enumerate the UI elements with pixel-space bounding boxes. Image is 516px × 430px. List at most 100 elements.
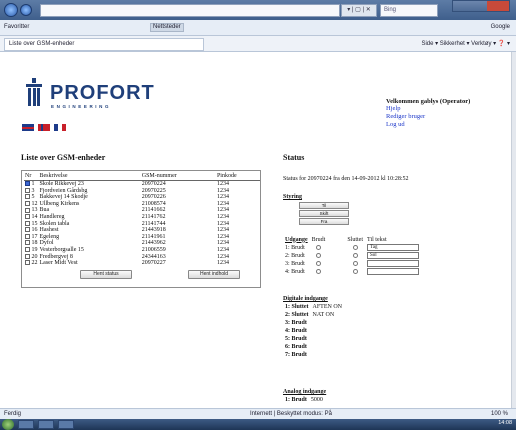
language-flags	[22, 124, 68, 132]
table-row[interactable]: 17 Egeleng 21141961 1234	[24, 234, 260, 241]
row-select[interactable]: 20	[24, 254, 39, 261]
row-desc: Fjordveien Gårdsbg	[39, 187, 88, 194]
row-checkbox[interactable]	[25, 207, 30, 213]
row-checkbox[interactable]	[25, 187, 30, 193]
table-row[interactable]: 13 Bua 21141662 1234	[24, 207, 260, 214]
digital-input-label: 2: Sluttet	[285, 312, 309, 318]
search-input[interactable]: Bing	[380, 4, 438, 17]
row-gsm: 21443918	[141, 227, 166, 234]
row-nr: 3	[31, 187, 35, 194]
close-icon[interactable]	[487, 1, 509, 11]
row-select[interactable]: 19	[24, 247, 39, 254]
taskbar-app-ie-icon[interactable]	[18, 420, 34, 429]
row-checkbox[interactable]	[25, 214, 30, 220]
row-gsm: 21443962	[141, 240, 166, 247]
output-on-radio[interactable]	[316, 245, 321, 251]
row-checkbox[interactable]	[25, 260, 30, 266]
row-select[interactable]: 12	[24, 201, 39, 208]
table-row[interactable]: 1 Skole Rikkevej 23 20970224 1234	[24, 181, 260, 188]
get-status-button[interactable]: Hent status	[80, 270, 132, 279]
flag-no-icon[interactable]	[37, 124, 50, 131]
output-on-radio[interactable]	[316, 269, 321, 275]
row-gsm: 24344163	[141, 253, 166, 260]
digital-input-label: 6: Brudt	[285, 344, 307, 350]
output-label: 4: Brudt	[285, 269, 305, 275]
table-row[interactable]: 16 Hashest 21443918 1234	[24, 227, 260, 234]
output-text-field[interactable]: Tag	[367, 244, 420, 252]
output-off-radio[interactable]	[352, 269, 358, 275]
row-checkbox[interactable]	[25, 181, 30, 187]
row-select[interactable]: 5	[24, 194, 39, 201]
zoom-level[interactable]: 100 %	[491, 411, 508, 417]
output-text-field[interactable]	[367, 268, 420, 276]
forward-icon[interactable]	[20, 4, 32, 16]
output-text-field[interactable]: Sol	[367, 252, 420, 260]
table-row[interactable]: 3 Fjordveien Gårdsbg 20970225 1234	[24, 188, 260, 195]
row-gsm: 20970226	[141, 194, 166, 201]
row-checkbox[interactable]	[25, 220, 30, 226]
table-row[interactable]: 19 Vesterborgsalle 15 21006559 1234	[24, 247, 260, 254]
table-row[interactable]: 22 Laser Midt Vest 20970227 1234	[24, 260, 260, 267]
logout-link[interactable]: Log ud	[386, 121, 506, 129]
fav-right-item[interactable]: Google	[491, 24, 510, 30]
edit-user-link[interactable]: Rediger bruger	[386, 113, 506, 121]
table-row[interactable]: 14 Handlereg 21141762 1234	[24, 214, 260, 221]
row-pin: 1234	[216, 200, 229, 207]
address-bar[interactable]	[40, 4, 340, 17]
table-row[interactable]: 18 Dyfol 21443962 1234	[24, 240, 260, 247]
vertical-scrollbar[interactable]	[512, 52, 516, 408]
units-title: Liste over GSM-enheder	[21, 153, 106, 162]
analog-input-value: 5000	[310, 397, 323, 403]
digital-input-value	[311, 343, 345, 351]
output-off-radio[interactable]	[352, 245, 358, 251]
row-pin: 1234	[216, 253, 229, 260]
row-select[interactable]: 13	[24, 207, 39, 214]
flag-fr-icon[interactable]	[53, 124, 66, 131]
row-checkbox[interactable]	[25, 247, 30, 253]
row-select[interactable]: 3	[24, 188, 39, 195]
fav-toolbar-item[interactable]: Nettsteder	[150, 23, 184, 32]
row-checkbox[interactable]	[25, 194, 30, 200]
row-select[interactable]: 17	[24, 234, 39, 241]
row-gsm: 21006559	[141, 246, 166, 253]
output-on-radio[interactable]	[316, 253, 321, 259]
favorites-button[interactable]: Favoritter	[4, 24, 29, 30]
window-controls[interactable]	[452, 0, 510, 12]
taskbar-app-media-icon[interactable]	[58, 420, 74, 429]
output-off-radio[interactable]	[352, 261, 358, 267]
row-nr: 13	[31, 207, 38, 214]
row-select[interactable]: 22	[24, 260, 39, 267]
back-icon[interactable]	[4, 3, 18, 17]
control-on-button[interactable]: Til	[299, 202, 349, 209]
address-tools[interactable]: ▾ | ▢ | ✕	[341, 4, 377, 17]
row-select[interactable]: 16	[24, 227, 39, 234]
control-toggle-button[interactable]: Skift	[299, 210, 349, 217]
command-tools[interactable]: Side ▾ Sikkerhet ▾ Verktøy ▾ ❓ ▾	[421, 40, 510, 47]
taskbar-clock: 14:08	[498, 420, 512, 426]
row-select[interactable]: 14	[24, 214, 39, 221]
row-select[interactable]: 1	[24, 181, 39, 188]
table-row[interactable]: 15 Skolen tabla 21141744 1234	[24, 221, 260, 228]
row-select[interactable]: 15	[24, 221, 39, 228]
row-checkbox[interactable]	[25, 227, 30, 233]
row-checkbox[interactable]	[25, 200, 30, 206]
digital-input-label: 3: Brudt	[285, 320, 307, 326]
taskbar-app-explorer-icon[interactable]	[38, 420, 54, 429]
output-text-field[interactable]	[367, 260, 420, 268]
control-off-button[interactable]: Fra	[299, 218, 349, 225]
table-row[interactable]: 5 Bakkevej 14 Skodje 20970226 1234	[24, 194, 260, 201]
row-select[interactable]: 18	[24, 240, 39, 247]
output-on-radio[interactable]	[316, 261, 321, 267]
get-config-button[interactable]: Hent indhold	[188, 270, 240, 279]
table-row[interactable]: 12 Ullbeng Kirkens 21008574 1234	[24, 201, 260, 208]
help-link[interactable]: Hjelp	[386, 105, 506, 113]
row-checkbox[interactable]	[25, 240, 30, 246]
browser-tab[interactable]: Liste over GSM-enheder	[4, 38, 204, 51]
table-row[interactable]: 20 Fredbergvej 8 24344163 1234	[24, 254, 260, 261]
output-off-radio[interactable]	[352, 253, 358, 259]
row-checkbox[interactable]	[25, 233, 30, 239]
browser-status-bar: Ferdig Internett | Beskyttet modus: På 1…	[0, 408, 516, 419]
start-button-icon[interactable]	[2, 419, 14, 430]
flag-gb-icon[interactable]	[22, 124, 34, 131]
row-checkbox[interactable]	[25, 253, 30, 259]
